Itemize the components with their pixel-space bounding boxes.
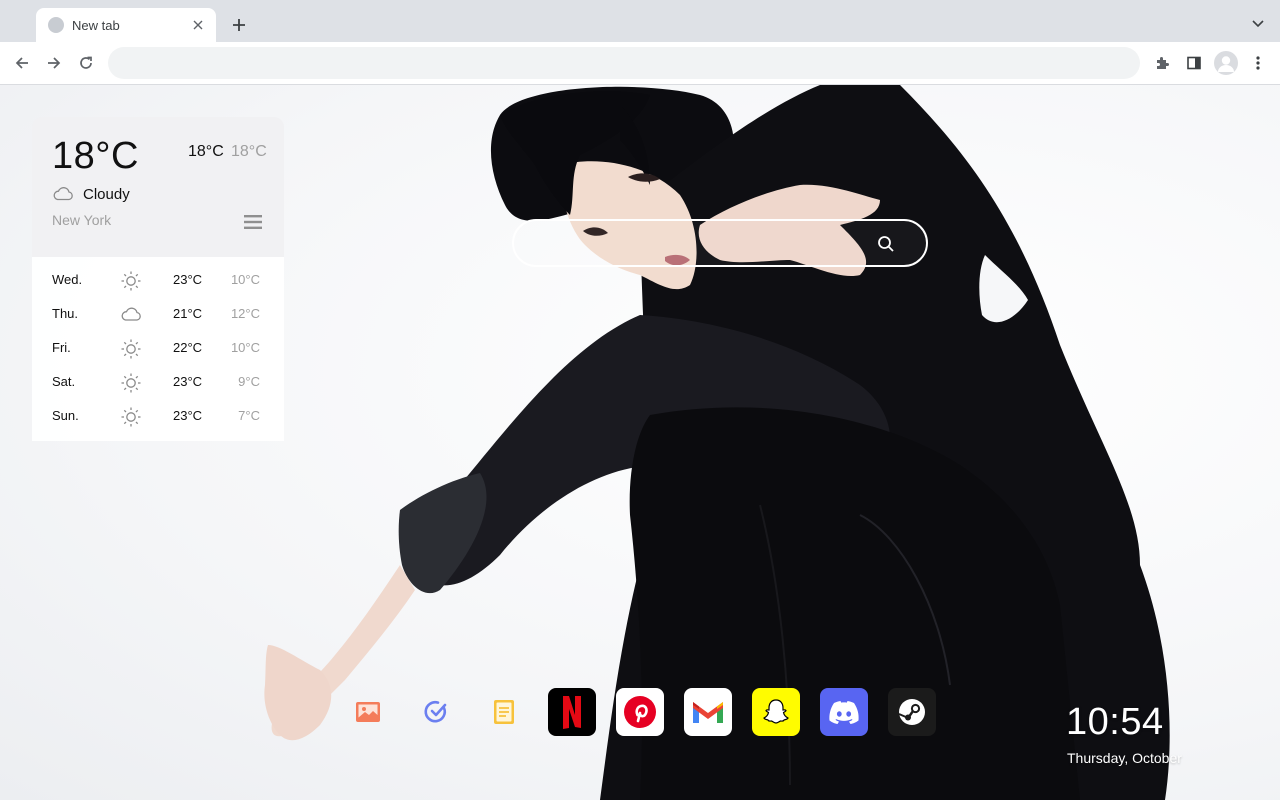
user-icon [1218,56,1234,72]
search-box[interactable] [512,219,928,267]
tab-title: New tab [72,17,120,33]
sun-icon [121,339,141,359]
forecast-low: 7°C [238,408,260,423]
dock-netflix[interactable] [548,688,596,736]
snapchat-ghost-icon [763,699,789,724]
clock-date: Thursday, October [1067,750,1182,766]
arrow-left-icon [15,57,28,69]
forecast-day: Thu. [52,306,79,321]
forecast-day: Wed. [52,272,83,287]
forward-button[interactable] [43,52,65,74]
forecast-list: Wed. 23°C 10°C Thu. 21°C 12°C Fri. 22°C … [32,257,284,441]
chevron-down-icon [1252,20,1264,28]
forecast-day: Fri. [52,340,71,355]
new-tab-button[interactable] [228,14,250,36]
browser-toolbar [0,42,1280,85]
notepad-icon [494,700,514,724]
gmail-icon [693,702,723,723]
close-icon[interactable] [190,17,206,33]
extensions-button[interactable] [1151,52,1173,74]
weather-widget[interactable]: 18°C 18°C 18°C Cloudy New York Wed. 23°C… [32,117,284,441]
dock-steam[interactable] [888,688,936,736]
dock-todo[interactable] [412,688,460,736]
tab-new-tab[interactable]: New tab [36,8,216,42]
dock-wallpaper[interactable] [344,688,392,736]
address-bar[interactable] [108,47,1140,79]
sun-icon [121,271,141,291]
today-low: 18°C [231,143,267,160]
forecast-high: 22°C [173,340,203,355]
dock-discord[interactable] [820,688,868,736]
search-input[interactable] [534,231,868,257]
new-tab-page: 18°C 18°C 18°C Cloudy New York Wed. 23°C… [0,85,1280,800]
reload-button[interactable] [75,52,97,74]
tab-favicon-icon [48,17,64,33]
forecast-row: Fri. 22°C 10°C [32,331,284,365]
forecast-day: Sat. [52,374,76,389]
hamburger-menu-icon[interactable] [244,214,262,230]
side-panel-button[interactable] [1183,52,1205,74]
forecast-row: Thu. 21°C 12°C [32,297,284,331]
forecast-low: 9°C [238,374,260,389]
sun-icon [121,407,141,427]
sun-icon [121,373,141,393]
dock-pinterest[interactable] [616,688,664,736]
steam-icon [898,699,925,725]
back-button[interactable] [11,52,33,74]
dock-gmail[interactable] [684,688,732,736]
forecast-day: Sun. [52,408,79,423]
forecast-row: Sat. 23°C 9°C [32,365,284,399]
weather-city: New York [52,212,112,228]
plus-icon [233,19,245,31]
netflix-icon [563,696,581,729]
forecast-high: 21°C [173,306,203,321]
weather-condition: Cloudy [83,186,130,203]
tab-strip: New tab [0,0,1280,42]
arrow-right-icon [48,57,61,69]
cloud-icon [121,307,141,321]
tab-search-button[interactable] [1248,14,1268,34]
search-icon[interactable] [876,234,896,254]
today-high: 18°C [188,143,224,160]
side-panel-icon [1187,56,1201,70]
kebab-menu-icon [1256,56,1260,70]
discord-icon [829,701,859,724]
weather-current: 18°C 18°C 18°C Cloudy New York [32,117,284,257]
menu-button[interactable] [1247,52,1269,74]
forecast-low: 10°C [230,272,260,287]
profile-avatar[interactable] [1214,51,1238,75]
forecast-row: Sun. 23°C 7°C [32,399,284,433]
forecast-low: 10°C [230,340,260,355]
forecast-high: 23°C [173,408,203,423]
puzzle-icon [1157,57,1169,69]
image-icon [356,702,380,722]
dock-snapchat[interactable] [752,688,800,736]
reload-icon [80,56,92,69]
forecast-high: 23°C [173,272,203,287]
forecast-low: 12°C [230,306,260,321]
dock-notes[interactable] [480,688,528,736]
checkmark-circle-icon [424,700,447,723]
current-temperature: 18°C [52,135,139,177]
forecast-high: 23°C [173,374,203,389]
forecast-row: Wed. 23°C 10°C [32,263,284,297]
cloud-icon [53,187,73,201]
pinterest-icon [624,696,656,728]
clock-time: 10:54 [1066,701,1164,743]
